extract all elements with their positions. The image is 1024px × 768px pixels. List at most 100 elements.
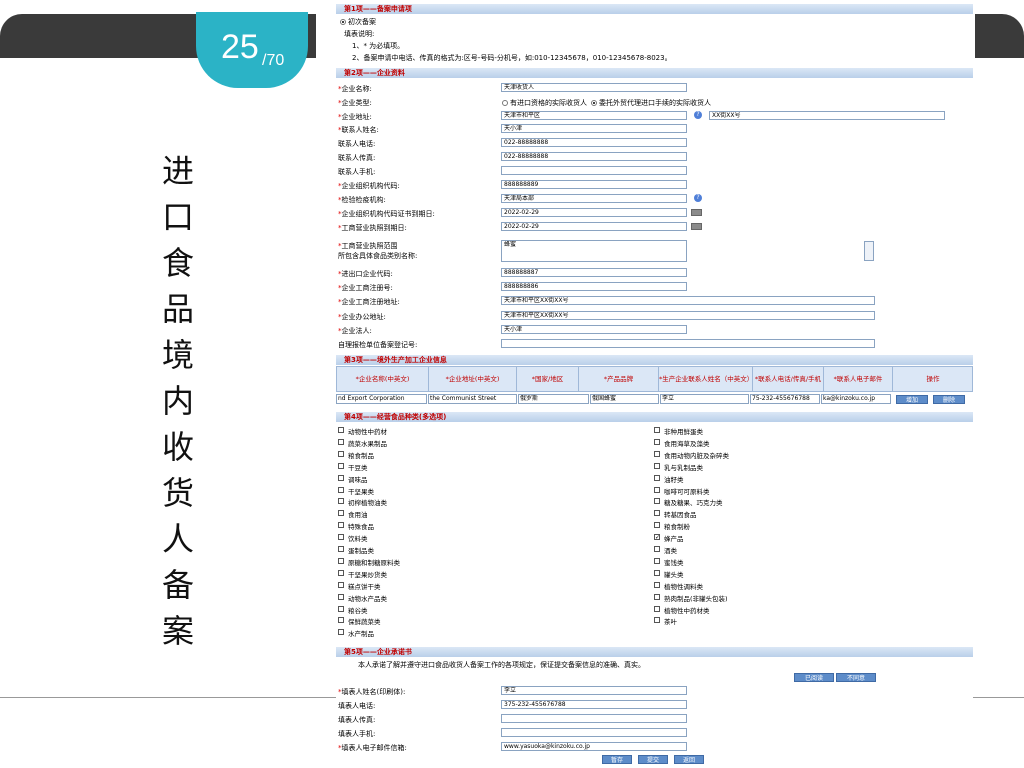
- type-option-2[interactable]: 委托外贸代理进口手续的实际收货人: [591, 99, 711, 107]
- food-type-checkbox[interactable]: [338, 474, 344, 481]
- food-type-checkbox[interactable]: [654, 557, 660, 564]
- food-type-checkbox[interactable]: [338, 534, 344, 541]
- add-row-button[interactable]: 增加: [896, 395, 928, 404]
- food-type-label: 植物性中药材类: [664, 606, 710, 615]
- field-input[interactable]: 天津市和平区XX街XX号: [501, 296, 875, 305]
- food-type-checkbox[interactable]: [338, 605, 344, 612]
- food-type-checkbox[interactable]: [654, 427, 660, 433]
- food-type-checkbox[interactable]: [654, 474, 660, 481]
- help-icon[interactable]: ?: [694, 111, 702, 119]
- help-icon[interactable]: ?: [694, 194, 702, 202]
- table-header-cell: *企业名称(中英文): [337, 367, 429, 391]
- food-type-checkbox[interactable]: [654, 605, 660, 612]
- table-cell[interactable]: 75-232-455676788: [750, 394, 820, 404]
- filler-field-input[interactable]: www.yasuoka@kinzoku.co.jp: [501, 742, 687, 751]
- scope-scrollbar[interactable]: [864, 241, 874, 261]
- food-type-checkbox[interactable]: [654, 498, 660, 505]
- field-input[interactable]: 888888886: [501, 282, 687, 291]
- field-input[interactable]: [501, 166, 687, 175]
- food-type-checkbox[interactable]: [338, 546, 344, 552]
- filler-field-input[interactable]: [501, 728, 687, 737]
- filler-field-input[interactable]: 李立: [501, 686, 687, 695]
- field-input[interactable]: 888888887: [501, 268, 687, 277]
- table-cell[interactable]: 李立: [660, 394, 749, 404]
- food-type-checkbox[interactable]: [338, 450, 344, 457]
- field-input[interactable]: 天小津: [501, 325, 687, 334]
- table-cell[interactable]: nd Export Corporation: [336, 394, 427, 404]
- food-type-checkbox[interactable]: [654, 581, 660, 588]
- food-type-label: 饮料类: [348, 535, 368, 544]
- field-input[interactable]: 天津市和平区XX街XX号: [501, 311, 875, 320]
- food-type-checkbox[interactable]: [654, 438, 660, 445]
- food-type-checkbox[interactable]: [338, 462, 344, 469]
- food-type-label: 转基因食品: [664, 511, 697, 520]
- field-input[interactable]: 蜂蜜: [501, 240, 687, 262]
- calendar-icon[interactable]: [691, 209, 702, 216]
- field-input[interactable]: 888888889: [501, 180, 687, 189]
- food-type-label: 原糖和制糖原料类: [348, 558, 400, 567]
- food-type-checkbox[interactable]: [338, 510, 344, 517]
- field-input[interactable]: [501, 339, 875, 348]
- field-input[interactable]: 天津市和平区: [501, 111, 687, 120]
- food-type-checkbox[interactable]: [338, 629, 344, 636]
- address-detail-input[interactable]: XX街XX号: [709, 111, 945, 120]
- food-type-checkbox[interactable]: [654, 617, 660, 624]
- table-header-cell: 操作: [893, 367, 973, 391]
- table-cell[interactable]: 俄罗斯: [518, 394, 589, 404]
- food-type-checkbox[interactable]: [338, 438, 344, 445]
- disagree-button[interactable]: 不同意: [836, 673, 876, 682]
- food-type-checkbox[interactable]: [338, 569, 344, 576]
- filler-field-input[interactable]: [501, 714, 687, 723]
- food-type-checkbox[interactable]: [338, 486, 344, 493]
- food-type-checkbox[interactable]: [654, 510, 660, 517]
- food-type-checkbox[interactable]: [654, 522, 660, 529]
- food-type-checkbox[interactable]: [338, 617, 344, 624]
- food-type-checkbox[interactable]: [654, 486, 660, 493]
- field-input[interactable]: 022-88888888: [501, 152, 687, 161]
- filler-field-label: *填表人姓名(印刷体):: [338, 687, 405, 697]
- notes-title: 填表说明:: [344, 30, 375, 38]
- filler-field-label: 填表人电话:: [338, 701, 375, 711]
- food-type-checkbox[interactable]: [338, 581, 344, 588]
- title-char: 品: [161, 290, 194, 328]
- field-input[interactable]: 天小津: [501, 124, 687, 133]
- food-type-checkbox[interactable]: [654, 546, 660, 552]
- submit-button[interactable]: 提交: [638, 755, 668, 764]
- field-input[interactable]: 天津收货人: [501, 83, 687, 92]
- food-type-checkbox[interactable]: [654, 569, 660, 576]
- food-type-checkbox[interactable]: [654, 593, 660, 600]
- food-type-label: 水产制品: [348, 630, 374, 639]
- field-input[interactable]: 2022-02-29: [501, 222, 687, 231]
- field-label: *联系人姓名:: [338, 125, 379, 135]
- table-cell[interactable]: ka@kinzoku.co.jp: [821, 394, 891, 404]
- food-type-checkbox[interactable]: [654, 462, 660, 469]
- field-label-text: 企业法人:: [341, 327, 372, 335]
- title-char: 进: [161, 152, 194, 190]
- food-type-checkbox[interactable]: [338, 593, 344, 600]
- food-type-checkbox[interactable]: [338, 427, 344, 433]
- first-filing-radio[interactable]: 初次备案: [340, 17, 376, 27]
- field-label-text: 企业类型:: [341, 99, 372, 107]
- food-type-checkbox[interactable]: [338, 522, 344, 529]
- food-type-checkbox[interactable]: ✓: [654, 534, 660, 541]
- delete-row-button[interactable]: 删除: [933, 395, 965, 404]
- title-char: 收: [161, 428, 194, 466]
- save-draft-button[interactable]: 暂存: [602, 755, 632, 764]
- calendar-icon[interactable]: [691, 223, 702, 230]
- filler-field-input[interactable]: 375-232-455676788: [501, 700, 687, 709]
- field-input[interactable]: 022-88888888: [501, 138, 687, 147]
- read-button[interactable]: 已阅读: [794, 673, 834, 682]
- field-input[interactable]: 2022-02-29: [501, 208, 687, 217]
- field-input[interactable]: 天津局本部: [501, 194, 687, 203]
- food-type-checkbox[interactable]: [654, 450, 660, 457]
- food-type-label: 保鲜蔬菜类: [348, 618, 381, 627]
- table-cell[interactable]: the Communist Street: [428, 394, 517, 404]
- back-button[interactable]: 返回: [674, 755, 704, 764]
- food-type-label: 食用动物内脏及杂碎类: [664, 451, 729, 460]
- food-type-checkbox[interactable]: [338, 557, 344, 564]
- table-cell[interactable]: 俄国蜂蜜: [590, 394, 659, 404]
- page-number-badge: 25 /70: [196, 12, 308, 88]
- food-type-checkbox[interactable]: [338, 498, 344, 505]
- type-option-1[interactable]: 有进口资格的实际收货人: [502, 99, 587, 107]
- note-2: 2、备案申请中电话、传真的格式为:区号-号码-分机号，如:010-1234567…: [352, 54, 672, 62]
